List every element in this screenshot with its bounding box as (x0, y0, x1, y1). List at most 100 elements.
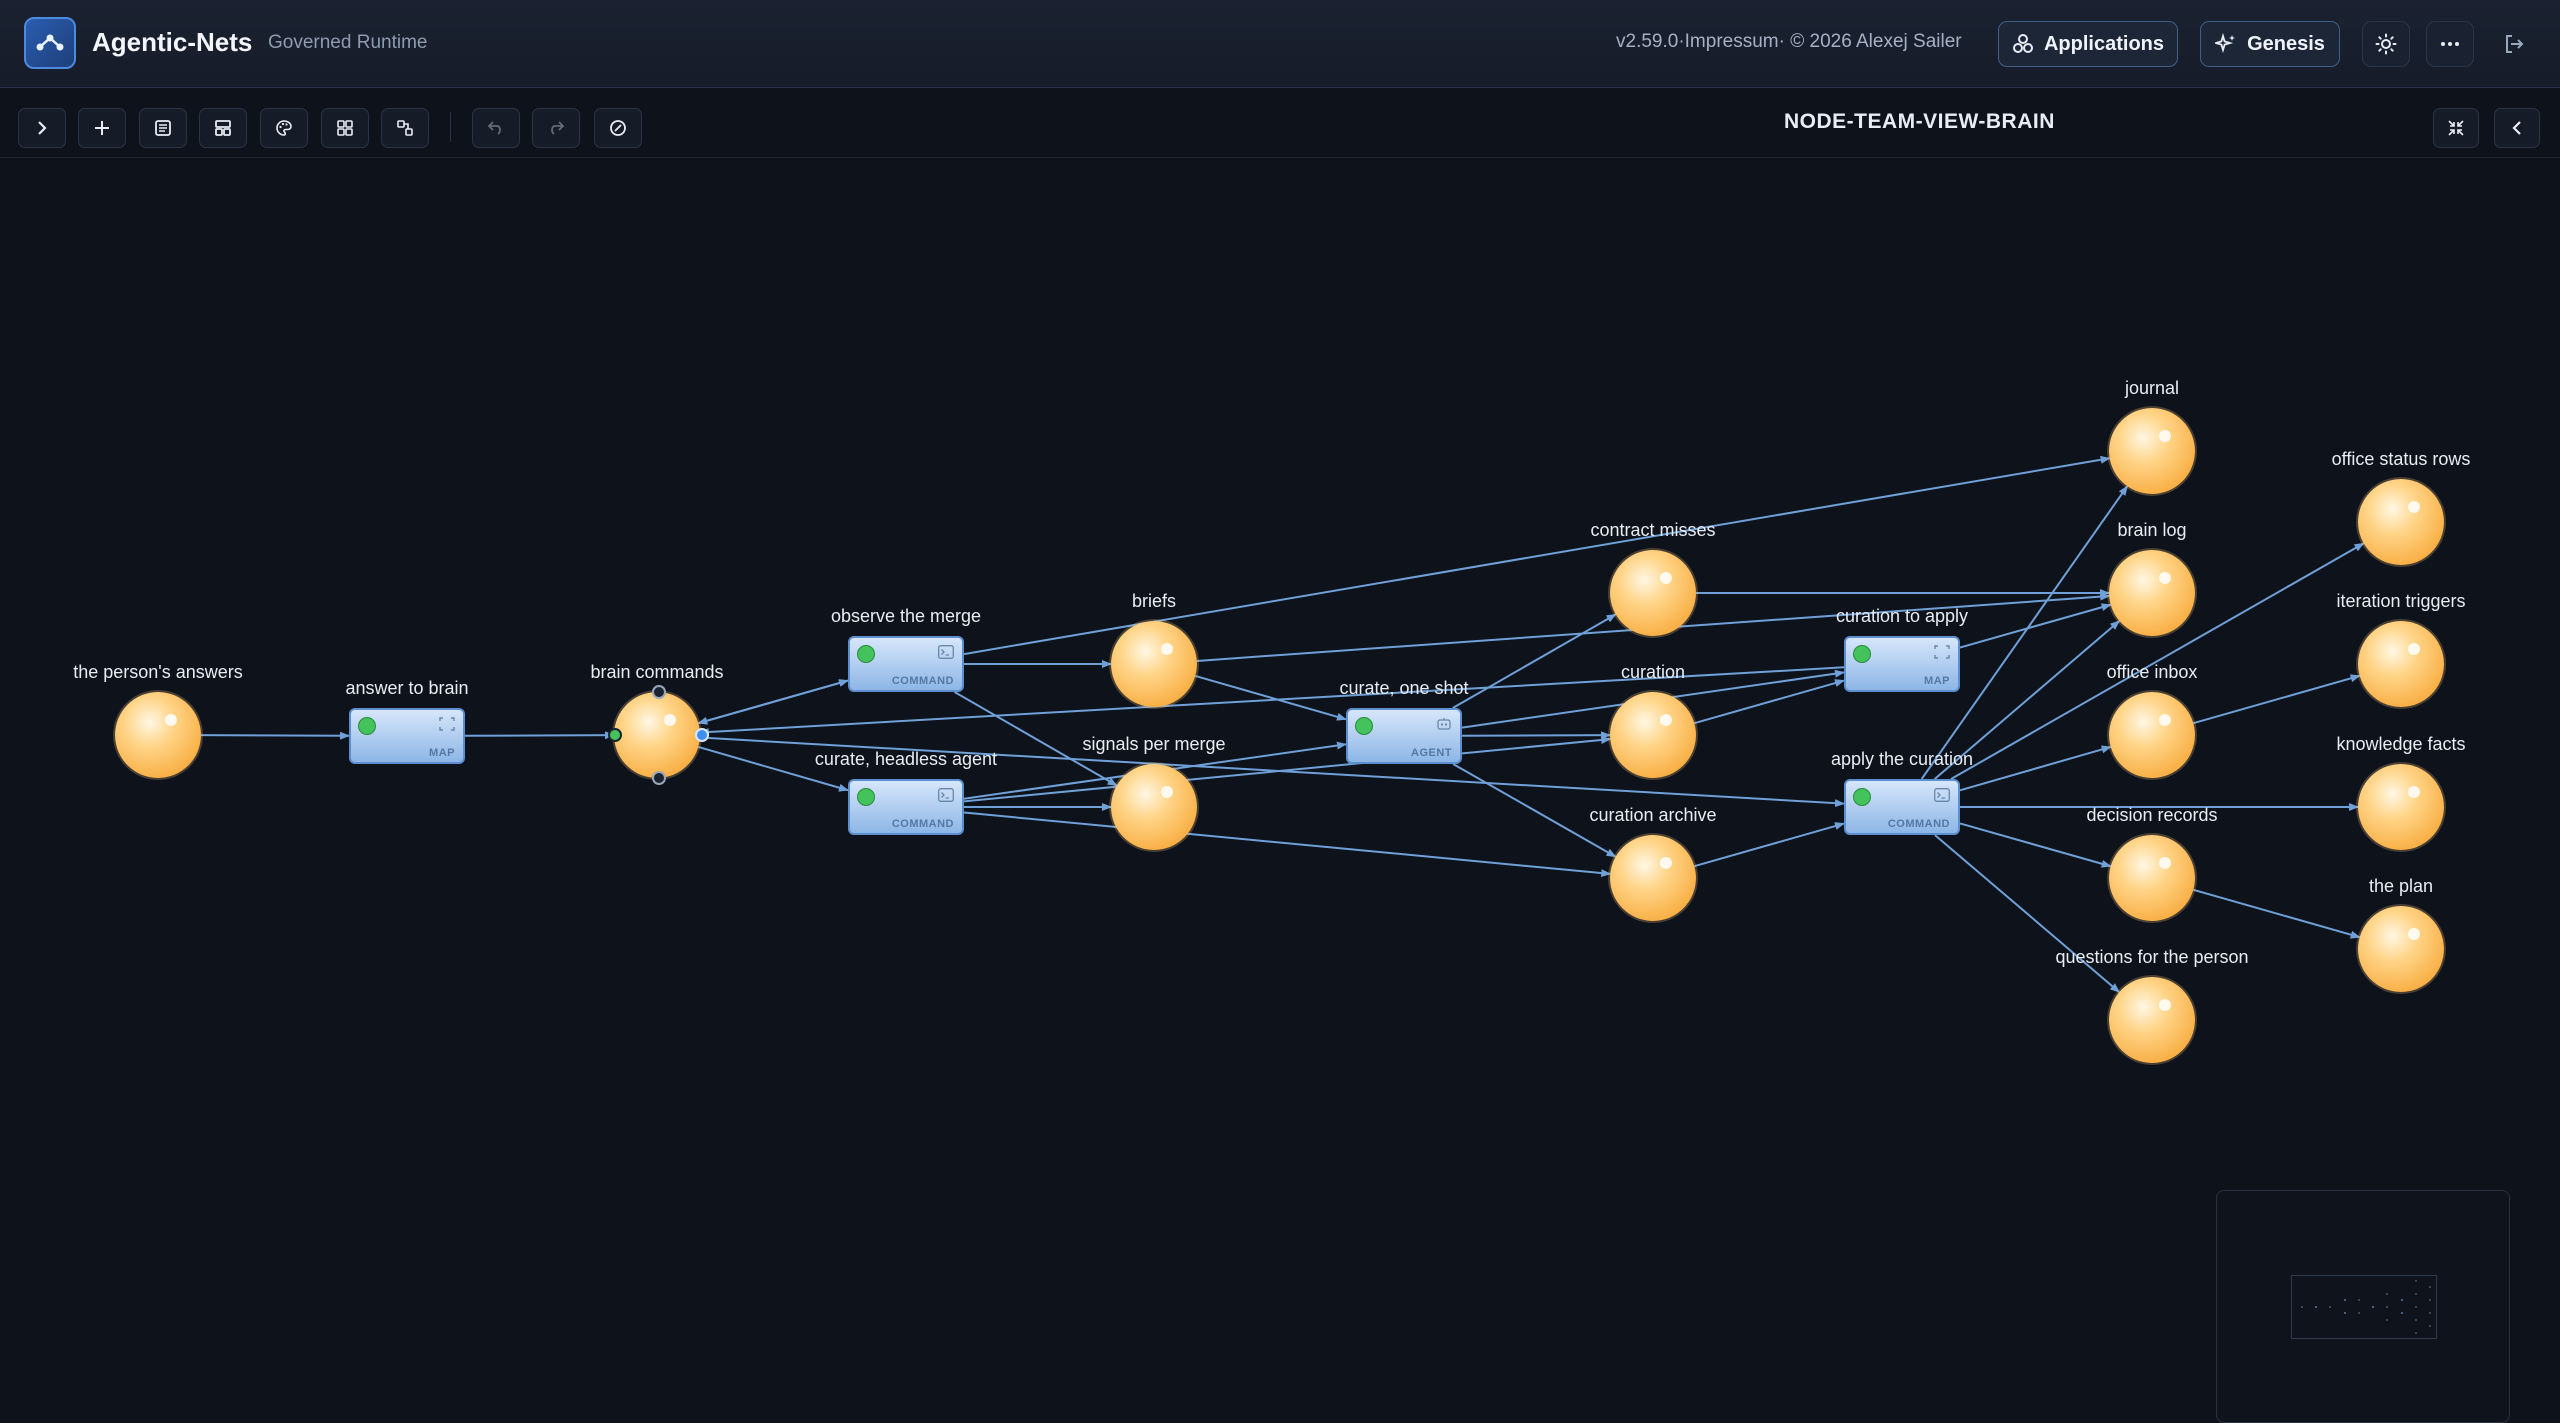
place-label: questions for the person (2055, 947, 2249, 967)
minimap-node (2329, 1305, 2332, 1308)
place-office-inbox[interactable] (2109, 692, 2195, 778)
arc-p_office_inbox-to-p_iteration_triggers[interactable] (2193, 674, 2361, 725)
place-briefs[interactable] (1111, 621, 1197, 707)
redo-button[interactable] (532, 108, 580, 148)
ban-icon (610, 120, 626, 136)
place-office-status-rows[interactable] (2358, 479, 2444, 565)
arc-t_one_shot-to-p_curation[interactable] (1461, 731, 1612, 740)
place-label: the person's answers (73, 662, 243, 682)
transition-answer-to-brain[interactable]: MAP (349, 708, 465, 764)
handle-output[interactable] (695, 728, 709, 742)
close-panel-button[interactable] (2494, 108, 2540, 148)
transition-apply-the-curation[interactable]: COMMAND (1844, 779, 1960, 835)
theme-toggle-button[interactable] (2362, 21, 2410, 67)
undo-button[interactable] (472, 108, 520, 148)
connect-nodes-icon (397, 120, 413, 136)
place-label: office status rows (2331, 449, 2471, 469)
place-highlight (2159, 572, 2171, 584)
transition-observe-the-merge[interactable]: COMMAND (848, 636, 964, 692)
version-text[interactable]: v2.59.0·Impressum· © 2026 Alexej Sailer (1616, 31, 1962, 53)
minimap-node (2414, 1292, 2417, 1295)
place-journal[interactable] (2109, 408, 2195, 494)
chevron-left-icon (2512, 121, 2521, 135)
app-logo[interactable] (24, 17, 76, 69)
place-label: curation archive (1589, 805, 1717, 825)
arc-t_headless-to-p_curation_archive[interactable] (963, 811, 1612, 878)
arc-t_headless-to-p_curation[interactable] (963, 736, 1612, 803)
transition-curate-one-shot[interactable]: AGENT (1346, 708, 1462, 764)
place-brain-log[interactable] (2109, 550, 2195, 636)
minimap-node (2429, 1312, 2432, 1315)
connect-button[interactable] (381, 108, 429, 148)
ready-status-dot (358, 717, 376, 735)
place-label: journal (2124, 378, 2180, 398)
place-curation-archive[interactable] (1610, 835, 1696, 921)
arc-t_apply-to-p_journal[interactable] (1920, 485, 2129, 780)
minimap-viewport[interactable] (2291, 1275, 2437, 1339)
place-highlight (1161, 786, 1173, 798)
app-header: Agentic-Nets Governed Runtime v2.59.0·Im… (0, 0, 2560, 88)
redo-icon (551, 121, 565, 135)
place-highlight (2408, 928, 2420, 940)
grid-button[interactable] (321, 108, 369, 148)
arc-p_answers-to-t_answer_to_brain[interactable] (200, 731, 350, 740)
logout-icon (2506, 35, 2524, 53)
app-title: Agentic-Nets (92, 27, 253, 57)
place-questions-for-the-person[interactable] (2109, 977, 2195, 1063)
place-highlight (165, 714, 177, 726)
arc-t_curation_apply-to-p_brain_log[interactable] (1959, 603, 2112, 649)
genesis-button[interactable]: Genesis (2200, 21, 2340, 67)
plus-icon (95, 121, 109, 135)
net-logo-icon (36, 34, 64, 51)
handle-top[interactable] (652, 685, 666, 699)
place-highlight (1660, 714, 1672, 726)
collapse-view-button[interactable] (2433, 108, 2479, 148)
place-the-person-s-answers[interactable] (115, 692, 201, 778)
layout-button[interactable] (199, 108, 247, 148)
place-decision-records[interactable] (2109, 835, 2195, 921)
arc-p_curation-to-t_curation_apply[interactable] (1694, 679, 1845, 725)
handle-bottom[interactable] (652, 771, 666, 785)
minimap-node (2343, 1312, 2346, 1315)
place-curation[interactable] (1610, 692, 1696, 778)
add-node-button[interactable] (78, 108, 126, 148)
place-highlight (2159, 430, 2171, 442)
net-canvas[interactable]: the person's answers brain commands briefs… (6, 159, 2554, 1423)
logout-button[interactable] (2490, 21, 2538, 67)
arc-t_answer_to_brain-to-p_brain_commands[interactable] (464, 731, 616, 740)
arc-t_one_shot-to-p_contract_misses[interactable] (1452, 613, 1617, 709)
view-title: NODE-TEAM-VIEW-BRAIN (1784, 110, 2055, 133)
transition-label: observe the merge (830, 606, 982, 626)
handle-input[interactable] (608, 728, 622, 742)
palette-button[interactable] (260, 108, 308, 148)
place-the-plan[interactable] (2358, 906, 2444, 992)
place-brain-commands[interactable] (614, 692, 700, 778)
arc-t_apply-to-p_questions[interactable] (1934, 834, 2121, 993)
place-label: knowledge facts (2336, 734, 2466, 754)
transition-kind: COMMAND (891, 675, 954, 687)
arc-p_curation_archive-to-t_apply[interactable] (1694, 822, 1845, 868)
arc-t_apply-to-p_decision_records[interactable] (1959, 822, 2112, 868)
place-label: the plan (2368, 876, 2434, 896)
minimap[interactable] (2216, 1190, 2510, 1423)
place-knowledge-facts[interactable] (2358, 764, 2444, 850)
transition-type-icon (1934, 645, 1950, 664)
expand-panel-button[interactable] (18, 108, 66, 148)
more-menu-button[interactable] (2426, 21, 2474, 67)
place-highlight (2408, 501, 2420, 513)
applications-button[interactable]: Applications (1998, 21, 2178, 67)
map-icon (1934, 645, 1950, 659)
applications-label: Applications (2043, 32, 2164, 55)
transition-curation-to-apply[interactable]: MAP (1844, 636, 1960, 692)
place-iteration-triggers[interactable] (2358, 621, 2444, 707)
transition-label: curation to apply (1835, 606, 1969, 626)
arc-t_apply-to-p_office_inbox[interactable] (1959, 745, 2112, 792)
list-button[interactable] (139, 108, 187, 148)
transition-curate-headless-agent[interactable]: COMMAND (848, 779, 964, 835)
arc-t_observe-to-p_brain_commands[interactable] (697, 679, 849, 725)
disable-button[interactable] (594, 108, 642, 148)
place-contract-misses[interactable] (1610, 550, 1696, 636)
map-icon (439, 717, 455, 731)
place-signals-per-merge[interactable] (1111, 764, 1197, 850)
arc-p_decision_records-to-p_the_plan[interactable] (2193, 888, 2361, 939)
